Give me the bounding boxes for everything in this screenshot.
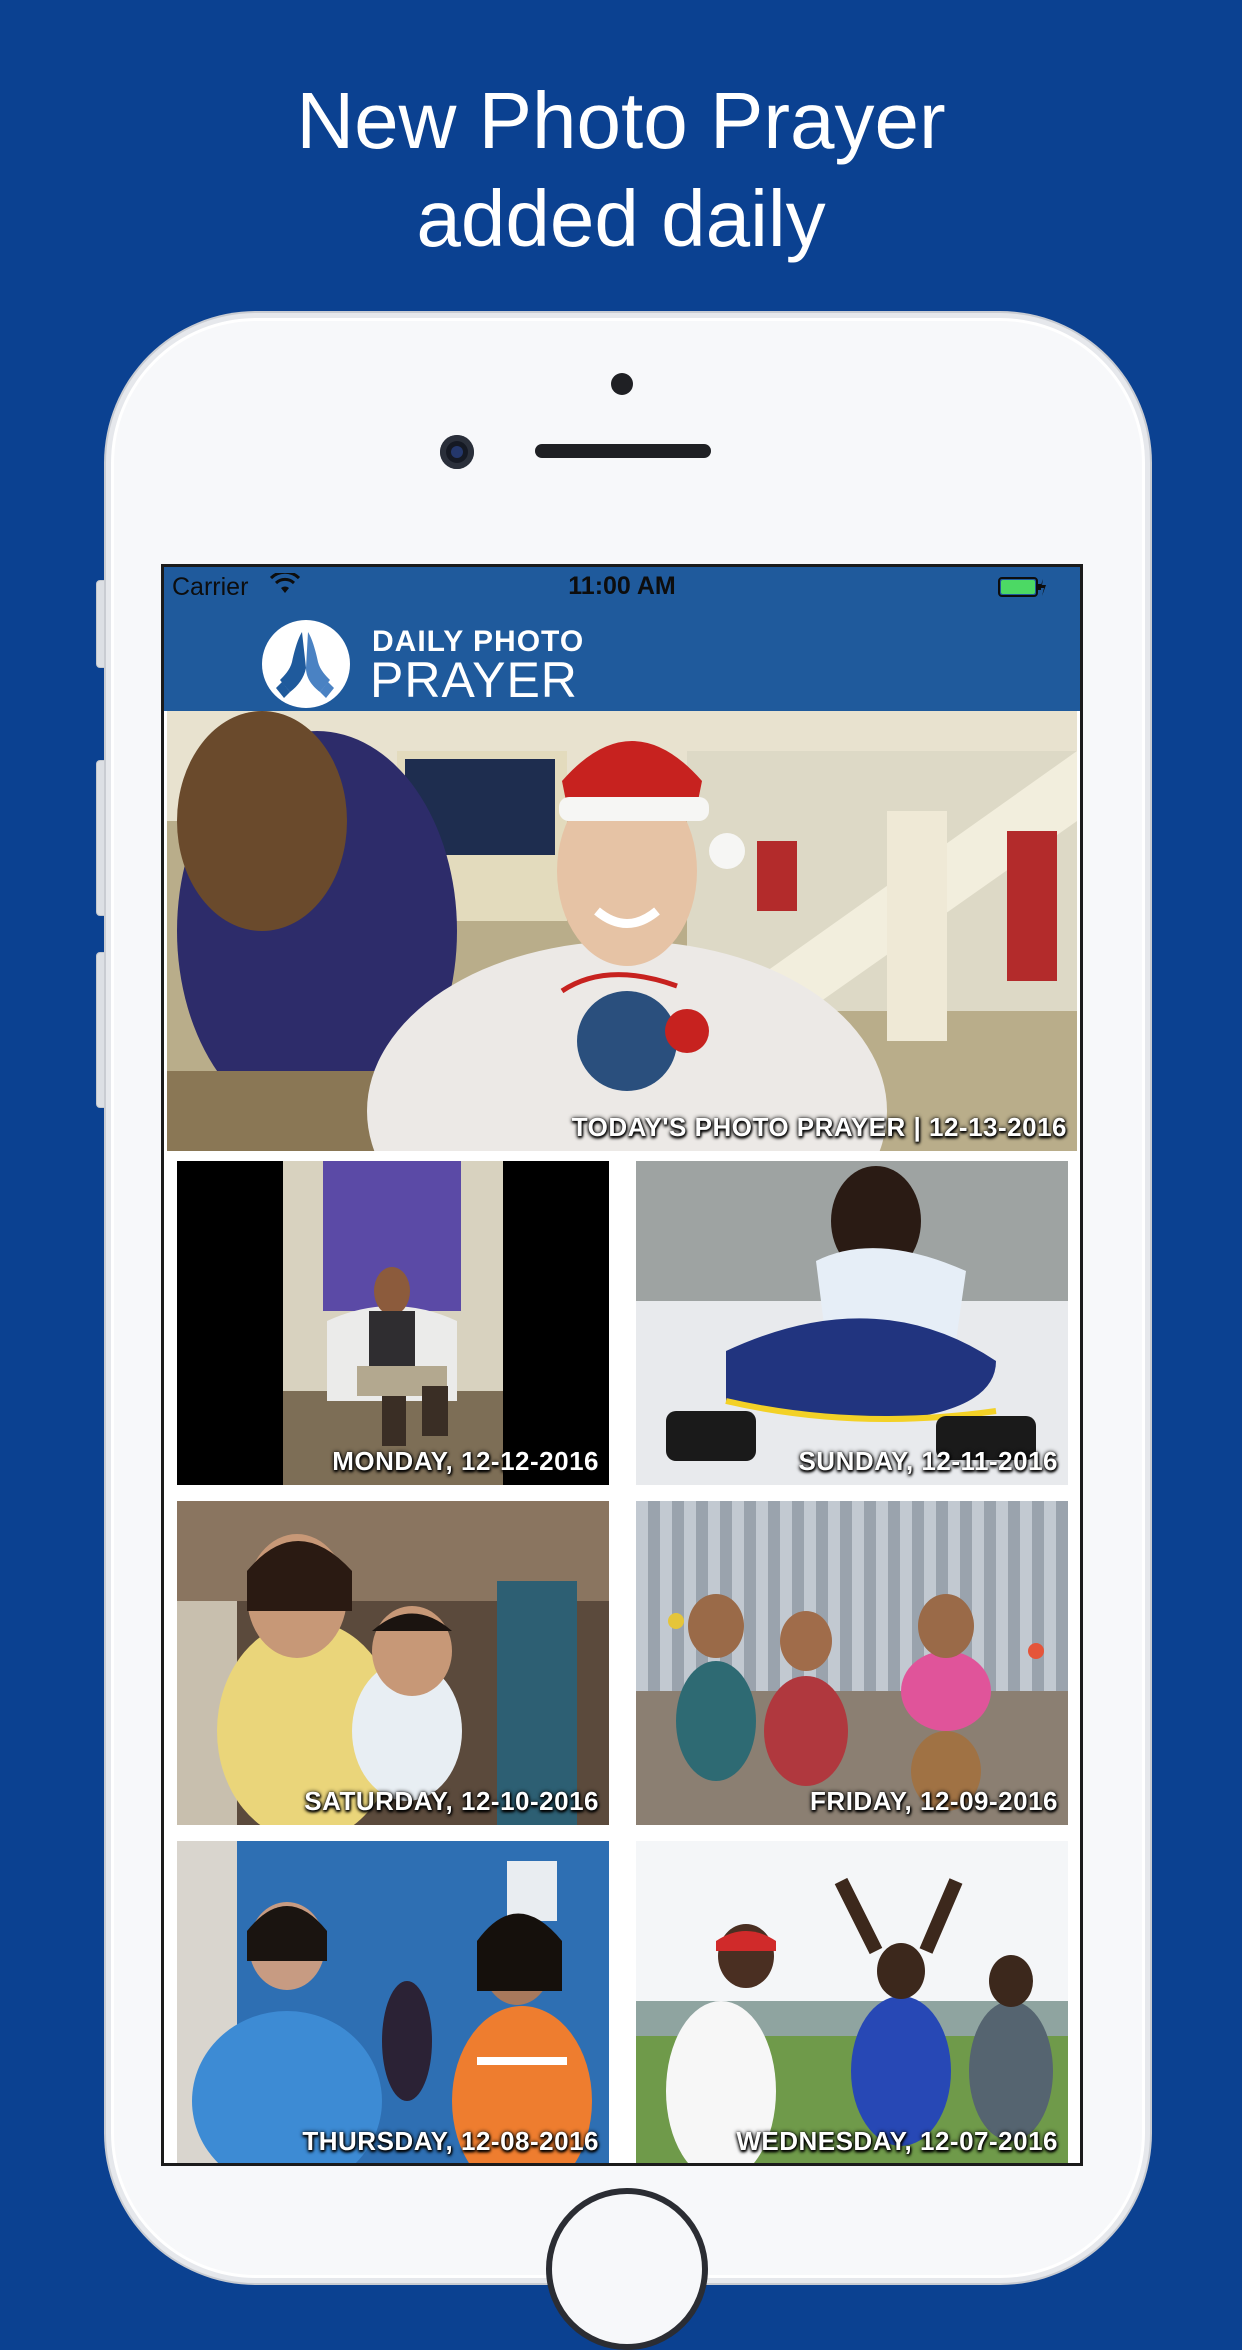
battery-icon <box>998 577 1046 597</box>
photo-tile-caption: MONDAY, 12-12-2016 <box>332 1446 599 1476</box>
proximity-sensor <box>611 373 633 395</box>
app-header: DAILY PHOTO PRAYER <box>164 605 1080 711</box>
photo-tile-sunday[interactable]: SUNDAY, 12-11-2016 <box>636 1161 1068 1485</box>
photo-tile-friday[interactable]: FRIDAY, 12-09-2016 <box>636 1501 1068 1825</box>
status-bar: Carrier 11:00 AM <box>164 567 1080 605</box>
photo-tile-thursday[interactable]: THURSDAY, 12-08-2016 <box>177 1841 609 2163</box>
home-button <box>546 2188 708 2350</box>
photo-tile-image <box>636 1161 1068 1485</box>
photo-tile-image <box>177 1501 609 1825</box>
photo-tile-image <box>636 1501 1068 1825</box>
photo-tile-wednesday[interactable]: WEDNESDAY, 12-07-2016 <box>636 1841 1068 2163</box>
promo-headline: New Photo Prayer added daily <box>0 72 1242 268</box>
photo-tile-monday[interactable]: MONDAY, 12-12-2016 <box>177 1161 609 1485</box>
app-screen: Carrier 11:00 AM DAILY PHOTO PRAYER TODA… <box>161 564 1083 2166</box>
todays-photo-caption: TODAY'S PHOTO PRAYER | 12-13-2016 <box>571 1112 1067 1142</box>
promo-headline-line1: New Photo Prayer <box>296 76 946 165</box>
earpiece-speaker <box>535 444 711 458</box>
photo-tile-caption: WEDNESDAY, 12-07-2016 <box>736 2126 1058 2156</box>
status-time: 11:00 AM <box>568 572 676 600</box>
todays-photo-card[interactable]: TODAY'S PHOTO PRAYER | 12-13-2016 <box>167 711 1077 1151</box>
photo-tile-caption: SUNDAY, 12-11-2016 <box>798 1446 1058 1476</box>
promo-headline-line2: added daily <box>416 174 826 263</box>
brand-title-line2: PRAYER <box>370 652 578 708</box>
photo-tile-image <box>177 1841 609 2163</box>
photo-tile-image <box>177 1161 609 1485</box>
photo-tile-image <box>636 1841 1068 2163</box>
photo-tile-caption: THURSDAY, 12-08-2016 <box>302 2126 599 2156</box>
photo-tile-caption: SATURDAY, 12-10-2016 <box>304 1786 599 1816</box>
todays-photo-image <box>167 711 1077 1151</box>
photo-tile-saturday[interactable]: SATURDAY, 12-10-2016 <box>177 1501 609 1825</box>
praying-hands-icon <box>276 632 334 698</box>
app-logo[interactable] <box>262 620 350 708</box>
photo-tile-caption: FRIDAY, 12-09-2016 <box>810 1786 1058 1816</box>
front-camera-icon <box>440 435 474 469</box>
